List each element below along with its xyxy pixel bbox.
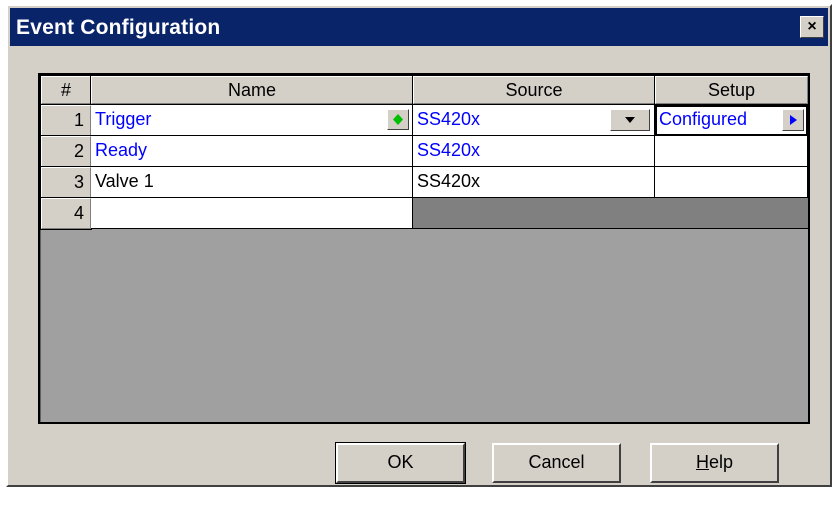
source-cell-3[interactable]: SS420x	[413, 167, 655, 198]
row-header-3[interactable]: 3	[40, 166, 92, 199]
column-header-source[interactable]: Source	[412, 75, 656, 105]
column-header-setup[interactable]: Setup	[654, 75, 809, 105]
setup-open-button[interactable]	[782, 109, 804, 131]
play-arrow-icon	[790, 115, 797, 125]
column-header-index[interactable]: #	[40, 75, 92, 105]
row-header-4[interactable]: 4	[40, 197, 92, 230]
column-header-name[interactable]: Name	[90, 75, 414, 105]
setup-cell-3[interactable]	[655, 167, 808, 198]
name-cell-2[interactable]: Ready	[91, 136, 413, 167]
cancel-button[interactable]: Cancel	[492, 443, 621, 483]
event-grid: # Name Source Setup 1 Trigger SS420x Con…	[38, 73, 810, 424]
help-mnemonic: H	[695, 452, 709, 472]
dropdown-arrow-icon	[625, 117, 635, 123]
close-button[interactable]: ×	[800, 16, 824, 38]
green-diamond-icon	[393, 114, 403, 125]
name-cell-1[interactable]: Trigger	[91, 105, 413, 136]
disabled-cells-row-4	[413, 198, 808, 229]
name-edit-button[interactable]	[387, 109, 409, 130]
close-icon: ×	[807, 18, 817, 35]
row-header-1[interactable]: 1	[40, 104, 92, 137]
ok-button[interactable]: OK	[335, 442, 466, 484]
setup-text: Configured	[659, 109, 748, 129]
source-cell-1[interactable]: SS420x	[413, 105, 655, 136]
event-configuration-dialog: Event Configuration × # Name Source Setu…	[6, 4, 832, 487]
source-text: SS420x	[417, 109, 481, 129]
name-cell-3[interactable]: Valve 1	[91, 167, 413, 198]
setup-cell-1[interactable]: Configured	[655, 105, 808, 136]
help-label-rest: elp	[708, 452, 734, 472]
source-dropdown-button[interactable]	[610, 109, 650, 131]
dialog-title: Event Configuration	[16, 16, 221, 39]
row-header-2[interactable]: 2	[40, 135, 92, 168]
name-cell-4[interactable]	[91, 198, 413, 229]
name-text: Trigger	[95, 109, 152, 129]
help-button[interactable]: Help	[650, 443, 779, 483]
setup-cell-2[interactable]	[655, 136, 808, 167]
title-bar[interactable]: Event Configuration ×	[10, 8, 828, 46]
source-cell-2[interactable]: SS420x	[413, 136, 655, 167]
